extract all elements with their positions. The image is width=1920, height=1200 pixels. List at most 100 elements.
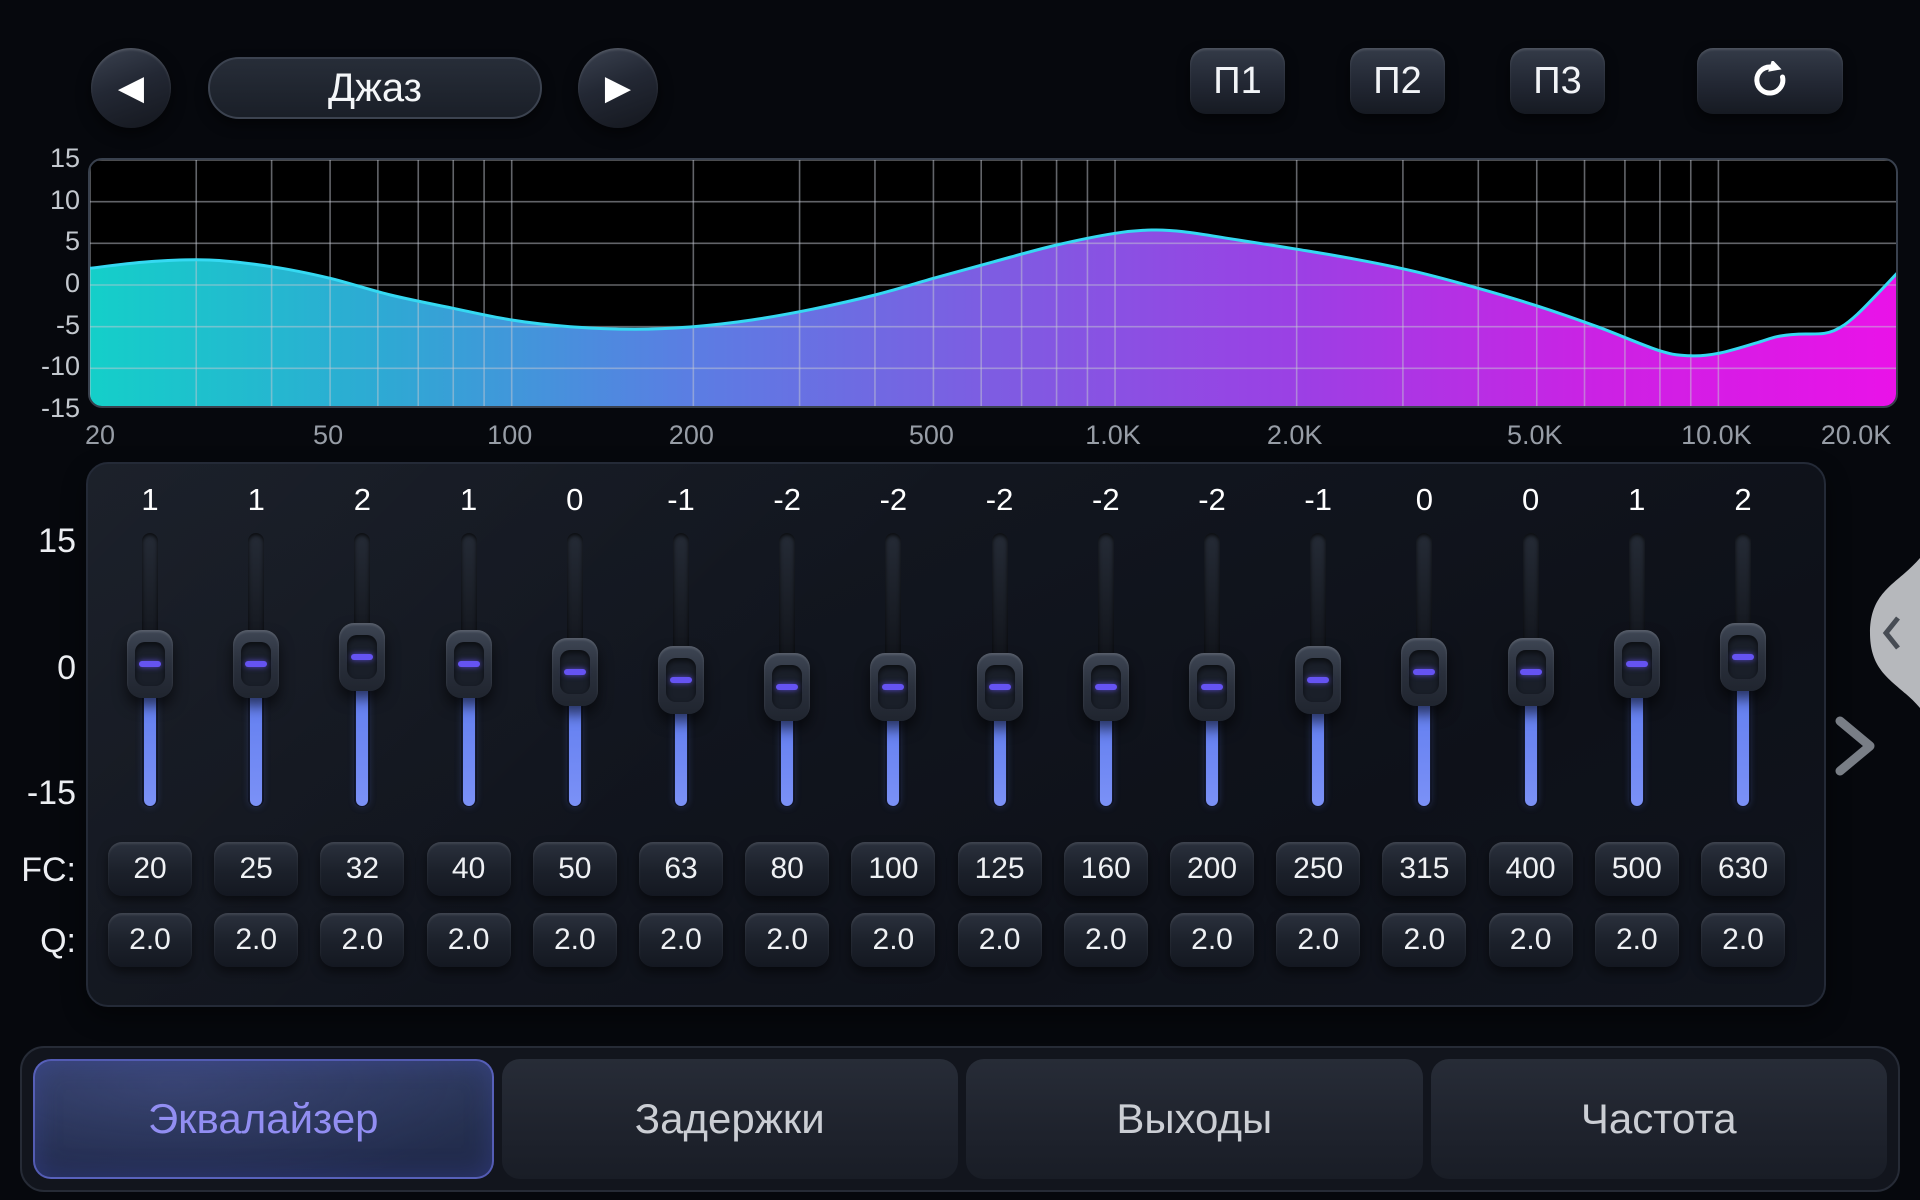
tab-label: Выходы [1116, 1095, 1272, 1143]
scroll-bands-right-button[interactable] [1830, 713, 1880, 779]
db-tick-label: -5 [18, 309, 80, 341]
thumb-dash-icon [1413, 669, 1435, 675]
band-gain-value: 1 [1584, 482, 1690, 518]
right-triangle-icon: ▶ [605, 68, 631, 108]
band-fc-button[interactable]: 315 [1382, 842, 1466, 896]
band-gain-value: 1 [97, 482, 203, 518]
band-slider-thumb[interactable] [977, 653, 1023, 721]
band-fc-button[interactable]: 50 [533, 842, 617, 896]
thumb-dash-icon [1201, 684, 1223, 690]
preset-selector[interactable]: Джаз [208, 57, 542, 119]
memory-button-p1[interactable]: П1 [1190, 48, 1285, 114]
band-slider-thumb[interactable] [1295, 646, 1341, 714]
band-fc-button[interactable]: 250 [1276, 842, 1360, 896]
tab-frequency[interactable]: Частота [1431, 1059, 1888, 1179]
band-q-button[interactable]: 2.0 [745, 913, 829, 967]
band-slider-thumb[interactable] [1401, 638, 1447, 706]
band-q-button[interactable]: 2.0 [1276, 913, 1360, 967]
band-fc-button[interactable]: 63 [639, 842, 723, 896]
reset-button[interactable] [1697, 48, 1843, 114]
band-fc-button[interactable]: 32 [320, 842, 404, 896]
thumb-dash-icon [1626, 661, 1648, 667]
bottom-tab-bar: Эквалайзер Задержки Выходы Частота [20, 1046, 1900, 1192]
band-q-button[interactable]: 2.0 [1064, 913, 1148, 967]
gain-scale-min-label: -15 [4, 774, 76, 813]
band-slider-fill [1737, 673, 1749, 806]
band-slider-thumb[interactable] [1189, 653, 1235, 721]
tab-label: Эквалайзер [148, 1095, 379, 1143]
band-q-button[interactable]: 2.0 [1489, 913, 1573, 967]
tab-delays[interactable]: Задержки [502, 1059, 959, 1179]
frequency-tick-label: 50 [313, 420, 343, 451]
band-slider-thumb[interactable] [446, 630, 492, 698]
band-fc-button[interactable]: 125 [958, 842, 1042, 896]
band-fc-button[interactable]: 25 [214, 842, 298, 896]
tab-outputs[interactable]: Выходы [966, 1059, 1423, 1179]
tab-label: Задержки [635, 1095, 825, 1143]
band-q-button[interactable]: 2.0 [1170, 913, 1254, 967]
preset-prev-button[interactable]: ◀ [91, 48, 171, 128]
band-q-button[interactable]: 2.0 [851, 913, 935, 967]
band-q-button[interactable]: 2.0 [639, 913, 723, 967]
band-q-button[interactable]: 2.0 [533, 913, 617, 967]
band-slider-fill [144, 680, 156, 806]
band-slider-thumb[interactable] [1720, 623, 1766, 691]
db-tick-label: 15 [18, 142, 80, 174]
band-slider-thumb[interactable] [233, 630, 279, 698]
band-slider-thumb[interactable] [870, 653, 916, 721]
band-fc-button[interactable]: 500 [1595, 842, 1679, 896]
thumb-dash-icon [1307, 677, 1329, 683]
side-drawer-handle[interactable] [1856, 558, 1920, 708]
band-slider-thumb[interactable] [1083, 653, 1129, 721]
band-fc-button[interactable]: 400 [1489, 842, 1573, 896]
db-tick-label: -15 [18, 392, 80, 424]
band-fc-button[interactable]: 40 [427, 842, 511, 896]
band-gain-value: -2 [840, 482, 946, 518]
band-gain-value: 0 [1371, 482, 1477, 518]
db-tick-label: -10 [18, 350, 80, 382]
thumb-dash-icon [1520, 669, 1542, 675]
graph-plot-area [88, 158, 1898, 408]
memory-button-p2[interactable]: П2 [1350, 48, 1445, 114]
band-slider-thumb[interactable] [339, 623, 385, 691]
band-fc-button[interactable]: 630 [1701, 842, 1785, 896]
preset-next-button[interactable]: ▶ [578, 48, 658, 128]
frequency-tick-label: 1.0K [1085, 420, 1141, 451]
band-slider-thumb[interactable] [658, 646, 704, 714]
band-slider-thumb[interactable] [1508, 638, 1554, 706]
frequency-tick-label: 200 [669, 420, 714, 451]
band-fc-button[interactable]: 100 [851, 842, 935, 896]
frequency-tick-label: 20 [85, 420, 115, 451]
band-slider-thumb[interactable] [127, 630, 173, 698]
band-gain-value: -1 [1265, 482, 1371, 518]
band-q-button[interactable]: 2.0 [1382, 913, 1466, 967]
band-gain-value: 0 [522, 482, 628, 518]
band-fc-button[interactable]: 20 [108, 842, 192, 896]
thumb-dash-icon [670, 677, 692, 683]
tab-equalizer[interactable]: Эквалайзер [33, 1059, 494, 1179]
band-slider-thumb[interactable] [552, 638, 598, 706]
band-gain-value: 1 [203, 482, 309, 518]
frequency-tick-label: 20.0K [1821, 420, 1892, 451]
frequency-tick-label: 500 [909, 420, 954, 451]
band-slider-thumb[interactable] [764, 653, 810, 721]
band-slider-thumb[interactable] [1614, 630, 1660, 698]
frequency-tick-label: 2.0K [1267, 420, 1323, 451]
band-q-button[interactable]: 2.0 [1701, 913, 1785, 967]
band-gain-value: 0 [1478, 482, 1584, 518]
band-q-button[interactable]: 2.0 [320, 913, 404, 967]
band-fc-button[interactable]: 80 [745, 842, 829, 896]
band-q-button[interactable]: 2.0 [1595, 913, 1679, 967]
band-fc-button[interactable]: 200 [1170, 842, 1254, 896]
band-q-button[interactable]: 2.0 [214, 913, 298, 967]
thumb-dash-icon [882, 684, 904, 690]
frequency-tick-label: 100 [487, 420, 532, 451]
fc-row-label: FC: [4, 851, 76, 890]
band-q-button[interactable]: 2.0 [108, 913, 192, 967]
band-fc-button[interactable]: 160 [1064, 842, 1148, 896]
band-q-button[interactable]: 2.0 [958, 913, 1042, 967]
memory-button-p3[interactable]: П3 [1510, 48, 1605, 114]
band-gain-value: -2 [1159, 482, 1265, 518]
band-q-button[interactable]: 2.0 [427, 913, 511, 967]
thumb-dash-icon [1732, 654, 1754, 660]
